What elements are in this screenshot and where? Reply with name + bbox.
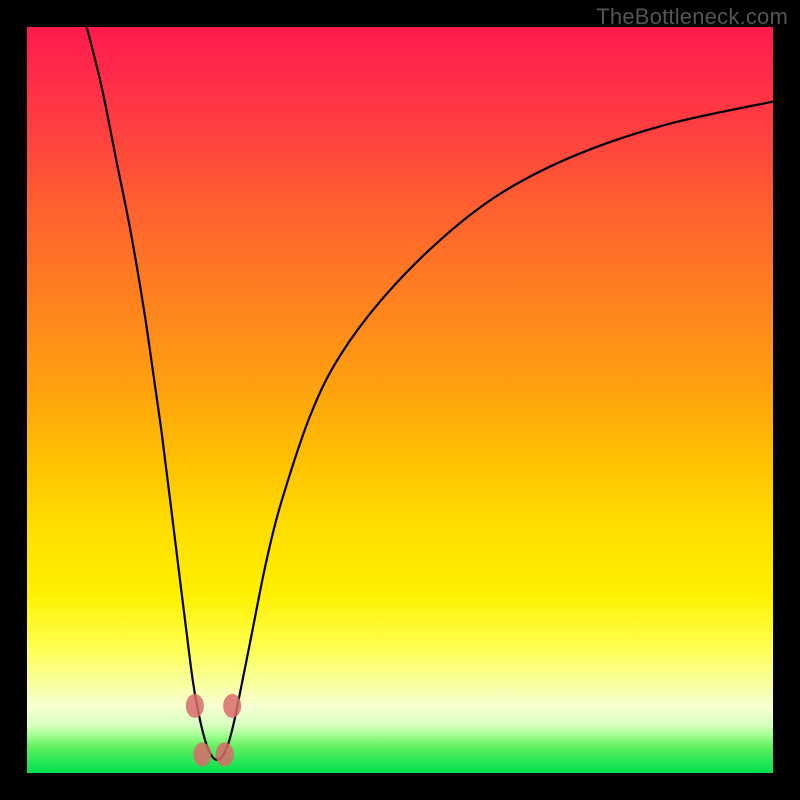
threshold-marker [223, 694, 241, 718]
watermark-text: TheBottleneck.com [596, 4, 788, 30]
bottleneck-curve [87, 27, 773, 760]
chart-frame: TheBottleneck.com [0, 0, 800, 800]
threshold-marker [186, 694, 204, 718]
threshold-marker [193, 742, 211, 766]
threshold-marker [216, 742, 234, 766]
plot-area [27, 27, 773, 773]
curve-layer [27, 27, 773, 773]
